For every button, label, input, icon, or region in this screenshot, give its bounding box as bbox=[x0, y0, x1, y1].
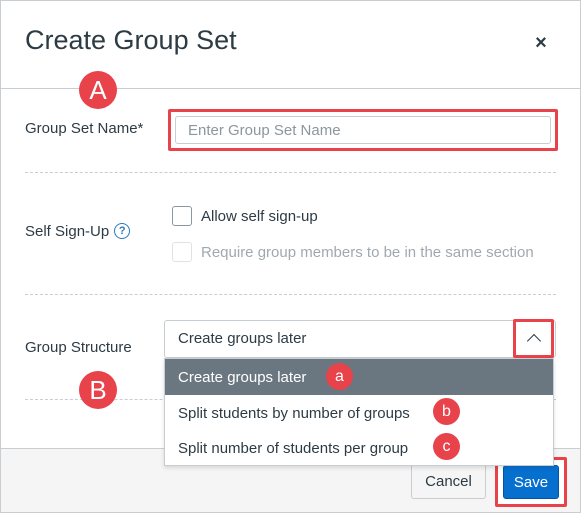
help-icon[interactable]: ? bbox=[114, 223, 131, 240]
allow-self-signup-row[interactable]: Allow self sign-up bbox=[172, 206, 318, 226]
dropdown-toggle-button[interactable] bbox=[513, 319, 554, 358]
require-same-section-row: Require group members to be in the same … bbox=[172, 242, 534, 262]
annotation-marker-option-c: c bbox=[433, 433, 460, 460]
group-set-name-input[interactable] bbox=[175, 116, 551, 144]
create-group-set-dialog: Create Group Set × Group Set Name* Self … bbox=[0, 0, 581, 513]
cancel-button[interactable]: Cancel bbox=[411, 463, 486, 499]
group-structure-options: Create groups later Split students by nu… bbox=[164, 358, 554, 466]
annotation-marker-a: A bbox=[79, 71, 117, 109]
annotation-marker-option-a: a bbox=[326, 363, 353, 390]
allow-self-signup-checkbox[interactable] bbox=[172, 206, 192, 226]
annotation-marker-option-b: b bbox=[433, 398, 460, 425]
group-set-name-label: Group Set Name* bbox=[25, 120, 144, 137]
option-create-groups-later[interactable]: Create groups later bbox=[165, 359, 553, 395]
save-button[interactable]: Save bbox=[503, 465, 559, 499]
option-split-students-per-group[interactable]: Split number of students per group bbox=[165, 430, 553, 466]
require-same-section-label: Require group members to be in the same … bbox=[201, 243, 534, 261]
group-structure-label: Group Structure bbox=[25, 339, 132, 356]
option-split-by-number-of-groups[interactable]: Split students by number of groups bbox=[165, 395, 553, 431]
chevron-up-icon bbox=[526, 333, 541, 349]
self-signup-label: Self Sign-Up bbox=[25, 223, 110, 240]
group-structure-select[interactable]: Create groups later bbox=[164, 320, 556, 358]
annotation-marker-b: B bbox=[79, 371, 117, 409]
dialog-title: Create Group Set bbox=[25, 25, 237, 55]
divider bbox=[25, 172, 556, 173]
close-icon[interactable]: × bbox=[527, 29, 555, 57]
divider bbox=[25, 294, 556, 295]
self-signup-label-wrap: Self Sign-Up? bbox=[25, 223, 131, 240]
group-structure-selected-value: Create groups later bbox=[178, 330, 307, 347]
group-set-name-highlight bbox=[168, 109, 558, 151]
allow-self-signup-label[interactable]: Allow self sign-up bbox=[201, 208, 318, 225]
require-same-section-checkbox bbox=[172, 242, 192, 262]
